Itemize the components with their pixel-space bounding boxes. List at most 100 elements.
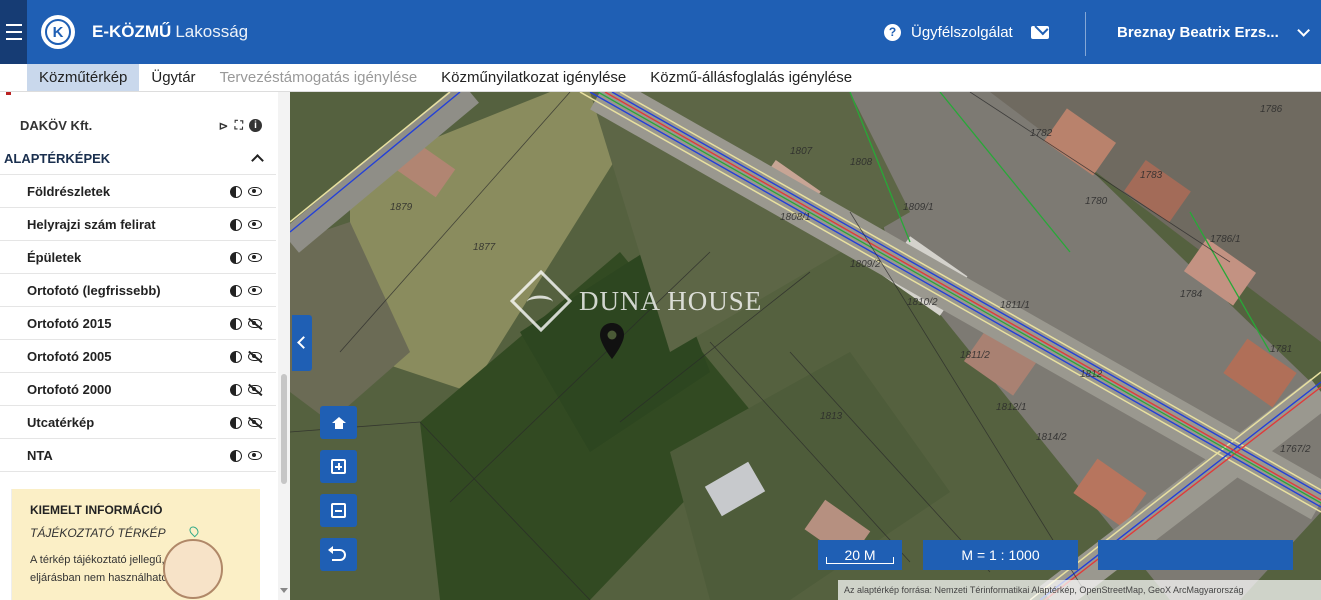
watermark-text: DUNA HOUSE — [579, 285, 763, 316]
scale-ratio[interactable]: M = 1 : 1000 — [923, 540, 1078, 570]
info-subtitle: TÁJÉKOZTATÓ TÉRKÉP — [30, 526, 166, 540]
help-circle-icon: ? — [884, 23, 901, 41]
info-title: KIEMELT INFORMÁCIÓ — [30, 503, 163, 517]
parcel-label: 1809/2 — [850, 259, 881, 270]
section-title: ALAPTÉRKÉPEK — [4, 150, 111, 166]
layer-row[interactable]: Ortofotó (legfrissebb) — [0, 274, 276, 307]
user-name: Breznay Beatrix Erzs... — [1117, 23, 1279, 41]
parcel-label: 1812 — [1080, 369, 1103, 380]
expand-icon[interactable]: ⛶ — [235, 118, 243, 133]
scale-bar: 20 M — [818, 540, 902, 570]
sidebar-scrollbar[interactable] — [278, 92, 290, 600]
tab-ugytar[interactable]: Ügytár — [139, 64, 207, 91]
layer-row[interactable]: Utcatérkép — [0, 406, 276, 439]
parcel-label: 1879 — [390, 202, 413, 213]
layer-label: Ortofotó 2005 — [27, 348, 112, 364]
parcel-label: 1781 — [1270, 344, 1292, 355]
section-alapterkepek[interactable]: ALAPTÉRKÉPEK — [0, 142, 276, 175]
parcel-label: 1811/1 — [1000, 300, 1030, 311]
eye-icon[interactable] — [248, 451, 262, 460]
minus-icon — [331, 503, 346, 518]
eye-icon[interactable] — [248, 220, 262, 229]
support-link[interactable]: ? Ügyfélszolgálat — [884, 0, 1049, 64]
layer-row[interactable]: NTA — [0, 439, 276, 472]
layer-row[interactable]: Ortofotó 2015 — [0, 307, 276, 340]
opacity-icon[interactable] — [230, 383, 242, 396]
hand-illustration — [163, 539, 223, 599]
parcel-label: 1810/2 — [907, 297, 938, 308]
opacity-icon[interactable] — [230, 251, 242, 264]
eye-off-icon[interactable] — [248, 385, 262, 394]
layer-row[interactable]: Földrészletek — [0, 175, 276, 208]
map-view[interactable]: 1877 1809/1 1809/2 1810/2 1811/1 1811/2 … — [290, 92, 1321, 600]
opacity-icon[interactable] — [230, 185, 242, 198]
partial-layer-row[interactable] — [0, 92, 276, 100]
app-title-light: Lakosság — [175, 22, 249, 41]
share-icon[interactable]: ⊳ — [219, 119, 229, 133]
support-label: Ügyfélszolgálat — [911, 23, 1013, 41]
home-button[interactable] — [320, 406, 357, 439]
parcel-label: 1808 — [850, 157, 873, 168]
layer-label: Földrészletek — [27, 183, 111, 199]
collapse-sidebar-button[interactable] — [292, 315, 312, 371]
chevron-down-icon — [1297, 23, 1310, 37]
eye-icon[interactable] — [248, 253, 262, 262]
layer-label: Utcatérkép — [27, 414, 95, 430]
location-marker-icon[interactable] — [599, 322, 625, 360]
duna-house-logo-icon — [509, 269, 573, 333]
opacity-icon[interactable] — [230, 416, 242, 429]
layer-row[interactable]: Épületek — [0, 241, 276, 274]
user-menu[interactable]: Breznay Beatrix Erzs... — [1117, 0, 1310, 64]
home-icon — [332, 416, 346, 429]
main-tabs: Közműtérkép Ügytár Tervezéstámogatás igé… — [0, 64, 1321, 92]
hamburger-menu-icon[interactable] — [0, 0, 27, 64]
parcel-label: 1877 — [473, 242, 496, 253]
scroll-down-arrow-icon[interactable] — [280, 588, 288, 593]
parcel-label: 1807 — [790, 146, 813, 157]
provider-row[interactable]: DAKÖV Kft. ⊳ ⛶ i — [0, 109, 276, 142]
app-title-bold: E-KÖZMŰ — [92, 22, 172, 41]
tab-tervezestamogatas: Tervezéstámogatás igénylése — [219, 69, 418, 86]
opacity-icon[interactable] — [230, 350, 242, 363]
pin-icon — [187, 524, 201, 538]
chevron-up-icon[interactable] — [251, 154, 264, 167]
app-logo[interactable]: K — [41, 15, 75, 49]
layer-row[interactable]: Ortofotó 2000 — [0, 373, 276, 406]
parcel-label: 1814/2 — [1036, 432, 1067, 443]
opacity-icon[interactable] — [230, 218, 242, 231]
parcel-label: 1782 — [1030, 128, 1053, 139]
opacity-icon[interactable] — [230, 284, 242, 297]
info-icon[interactable]: i — [249, 119, 262, 132]
zoom-in-button[interactable] — [320, 450, 357, 483]
sidebar-scroll-thumb[interactable] — [281, 374, 287, 484]
layer-label: NTA — [27, 447, 53, 463]
parcel-label: 1786 — [1260, 104, 1283, 115]
parcel-label: 1784 — [1180, 289, 1203, 300]
undo-button[interactable] — [320, 538, 357, 571]
layer-label: Ortofotó (legfrissebb) — [27, 282, 161, 298]
eye-icon[interactable] — [248, 286, 262, 295]
eye-off-icon[interactable] — [248, 418, 262, 427]
tab-kozmunyilatkozat[interactable]: Közműnyilatkozat igénylése — [429, 64, 638, 91]
parcel-label: 1811/2 — [960, 350, 990, 361]
zoom-out-button[interactable] — [320, 494, 357, 527]
opacity-icon[interactable] — [230, 449, 242, 462]
header-divider — [1085, 12, 1086, 56]
water-layer-icon — [6, 92, 11, 95]
layer-sidebar: DAKÖV Kft. ⊳ ⛶ i ALAPTÉRKÉPEK Földrészle… — [0, 92, 290, 600]
eye-off-icon[interactable] — [248, 352, 262, 361]
opacity-icon[interactable] — [230, 317, 242, 330]
scale-bar-line — [826, 557, 894, 564]
tab-kozmu-allasfoglalas[interactable]: Közmű-állásfoglalás igénylése — [638, 64, 864, 91]
map-attribution: Az alaptérkép forrása: Nemzeti Térinform… — [838, 580, 1321, 600]
map-imagery: 1877 1809/1 1809/2 1810/2 1811/1 1811/2 … — [290, 92, 1321, 600]
eye-off-icon[interactable] — [248, 319, 262, 328]
mail-icon[interactable] — [1030, 25, 1049, 39]
tab-kozmuterkep[interactable]: Közműtérkép — [27, 64, 140, 91]
app-title: E-KÖZMŰ Lakosság — [92, 22, 248, 42]
parcel-label: 1809/1 — [903, 202, 934, 213]
layer-row[interactable]: Helyrajzi szám felirat — [0, 208, 276, 241]
eye-icon[interactable] — [248, 187, 262, 196]
layer-row[interactable]: Ortofotó 2005 — [0, 340, 276, 373]
parcel-label: 1812/1 — [996, 402, 1027, 413]
